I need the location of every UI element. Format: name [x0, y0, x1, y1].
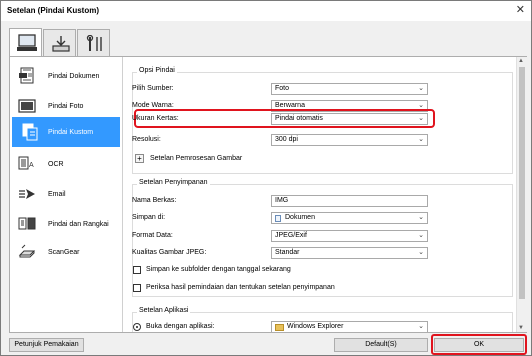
open-with-label: Buka dengan aplikasi: [146, 323, 215, 330]
data-format-select[interactable]: JPEG/Exif ⌄ [271, 230, 428, 242]
chevron-down-icon: ⌄ [418, 249, 424, 256]
chevron-down-icon: ⌄ [418, 102, 424, 109]
color-mode-value: Berwarna [275, 102, 305, 109]
chevron-down-icon: ⌄ [418, 115, 424, 122]
close-icon[interactable]: ✕ [516, 3, 525, 16]
open-with-radio[interactable] [133, 323, 141, 331]
sidebar-item-email[interactable]: Email [12, 179, 120, 209]
chevron-down-icon: ⌄ [418, 232, 424, 239]
check-results-label: Periksa hasil pemindaian dan tentukan se… [146, 284, 335, 291]
help-button[interactable]: Petunjuk Pemakaian [9, 338, 84, 352]
folder-icon [275, 324, 284, 331]
scroll-down-icon[interactable]: ▼ [518, 325, 524, 331]
scroll-thumb[interactable] [519, 67, 525, 299]
svg-text:A: A [29, 162, 34, 169]
tab-scan-from-panel[interactable] [43, 29, 76, 56]
data-format-label: Format Data: [132, 232, 173, 239]
sidebar-item-label: Pindai Foto [48, 103, 84, 110]
open-with-select[interactable]: Windows Explorer ⌄ [271, 321, 428, 332]
ok-button[interactable]: OK [434, 338, 524, 352]
sidebar-item-label: OCR [48, 161, 64, 168]
paper-size-select[interactable]: Pindai otomatis ⌄ [271, 113, 428, 125]
save-in-label: Simpan di: [132, 214, 166, 221]
general-settings-tools-icon [86, 35, 102, 51]
jpeg-quality-value: Standar [275, 249, 300, 256]
settings-panel: Pindai Dokumen Pindai Foto Pindai Kustom [9, 56, 527, 333]
default-button[interactable]: Default(S) [334, 338, 428, 352]
scan-from-operation-panel-icon [52, 36, 70, 52]
custom-scan-icon [22, 123, 38, 141]
title-bar: Setelan (Pindai Kustom) ✕ [1, 1, 531, 21]
sidebar-item-label: Email [48, 191, 66, 198]
sidebar-item-label: Pindai dan Rangkai [48, 221, 109, 228]
chevron-down-icon: ⌄ [418, 323, 424, 330]
stitch-icon [18, 217, 36, 230]
filename-label: Nama Berkas: [132, 197, 177, 204]
photo-icon [18, 99, 36, 113]
resolution-value: 300 dpi [275, 136, 298, 143]
filename-value: IMG [275, 197, 289, 204]
source-value: Foto [275, 85, 290, 92]
ocr-icon: A [18, 156, 34, 170]
resolution-select[interactable]: 300 dpi ⌄ [271, 134, 428, 146]
app-settings-title: Setelan Aplikasi [137, 307, 191, 314]
expand-image-processing-button[interactable]: + [135, 154, 144, 163]
data-format-value: JPEG/Exif [275, 232, 307, 239]
jpeg-quality-label: Kualitas Gambar JPEG: [132, 249, 207, 256]
sidebar-item-label: Pindai Kustom [48, 129, 94, 136]
jpeg-quality-select[interactable]: Standar ⌄ [271, 247, 428, 259]
scangear-icon [18, 244, 36, 258]
vertical-scrollbar[interactable]: ▲ ▼ [516, 57, 527, 332]
chevron-down-icon: ⌄ [418, 85, 424, 92]
filename-input[interactable]: IMG [271, 195, 428, 207]
chevron-down-icon: ⌄ [418, 214, 424, 221]
subfolder-label: Simpan ke subfolder dengan tanggal sekar… [146, 266, 291, 273]
source-select[interactable]: Foto ⌄ [271, 83, 428, 95]
tab-scan-from-computer[interactable] [9, 28, 42, 57]
documents-folder-icon [275, 215, 281, 222]
chevron-down-icon: ⌄ [418, 136, 424, 143]
sidebar-item-pindai-dokumen[interactable]: Pindai Dokumen [12, 61, 120, 91]
sidebar-item-pindai-kustom[interactable]: Pindai Kustom [12, 117, 120, 147]
sidebar-item-label: ScanGear [48, 249, 80, 256]
settings-window: Setelan (Pindai Kustom) ✕ Pindai Dokumen… [0, 0, 532, 356]
sidebar-item-ocr[interactable]: A OCR [12, 149, 120, 179]
settings-content: Opsi Pindai Pilih Sumber: Foto ⌄ Mode Wa… [123, 57, 516, 332]
sidebar: Pindai Dokumen Pindai Foto Pindai Kustom [10, 57, 123, 332]
sidebar-item-label: Pindai Dokumen [48, 73, 100, 80]
subfolder-checkbox[interactable] [133, 266, 141, 274]
source-label: Pilih Sumber: [132, 85, 174, 92]
save-settings-title: Setelan Penyimpanan [137, 179, 210, 186]
resolution-label: Resolusi: [132, 136, 161, 143]
save-in-value: Dokumen [285, 214, 315, 221]
window-title: Setelan (Pindai Kustom) [7, 6, 100, 15]
tab-general-settings[interactable] [77, 29, 110, 56]
paper-size-value: Pindai otomatis [275, 115, 323, 122]
sidebar-item-pindai-dan-rangkai[interactable]: Pindai dan Rangkai [12, 209, 120, 239]
document-icon [19, 67, 34, 84]
email-icon [19, 189, 35, 199]
scroll-up-icon[interactable]: ▲ [518, 58, 524, 64]
scan-from-computer-icon [17, 34, 37, 51]
image-processing-label: Setelan Pemrosesan Gambar [150, 155, 243, 162]
open-with-value: Windows Explorer [287, 323, 344, 330]
save-in-select[interactable]: Dokumen ⌄ [271, 212, 428, 224]
sidebar-item-scangear[interactable]: ScanGear [12, 237, 120, 267]
color-mode-label: Mode Warna: [132, 102, 174, 109]
check-results-checkbox[interactable] [133, 284, 141, 292]
scan-options-title: Opsi Pindai [137, 67, 177, 74]
paper-size-label: Ukuran Kertas: [132, 115, 179, 122]
